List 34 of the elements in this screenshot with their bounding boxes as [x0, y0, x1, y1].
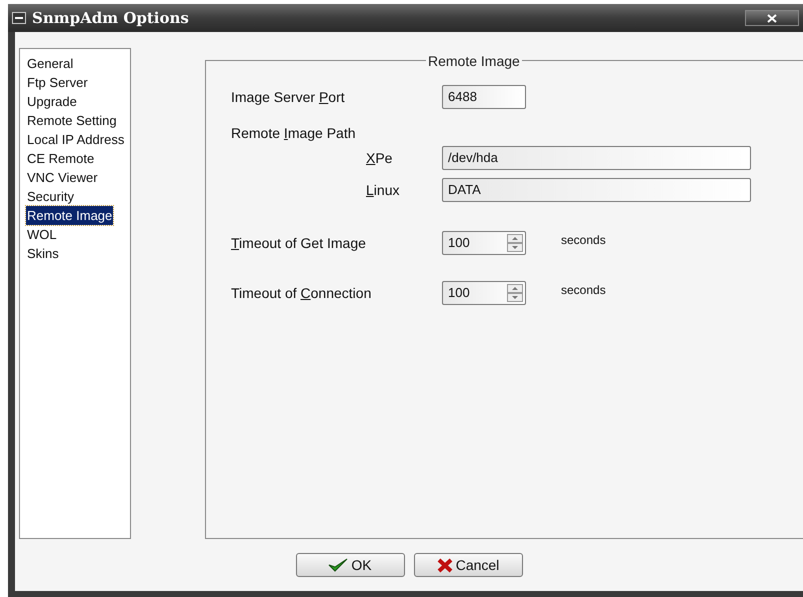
spin-field[interactable]: 100	[442, 231, 526, 255]
close-icon	[767, 14, 777, 22]
field-label: Remote Image Path	[231, 124, 356, 143]
path-field[interactable]: DATA	[442, 178, 751, 202]
window-title: SnmpAdm Options	[32, 8, 189, 29]
field-label: Timeout of Connection	[231, 284, 372, 302]
path-field[interactable]: /dev/hda	[442, 146, 751, 170]
x-mark-icon	[436, 558, 453, 572]
category-item[interactable]: General	[26, 54, 74, 73]
spinner-arrows-icon[interactable]	[507, 234, 523, 252]
category-item[interactable]: Local IP Address	[26, 130, 126, 149]
unit-label: seconds	[561, 282, 606, 299]
system-menu-icon[interactable]	[12, 12, 26, 24]
spinner-arrows-icon[interactable]	[507, 284, 523, 302]
spin-field[interactable]: 100	[442, 281, 526, 305]
category-item[interactable]: Remote Setting	[26, 111, 118, 130]
ok-button[interactable]: OK	[296, 553, 404, 577]
field-label: Timeout of Get Image	[231, 234, 367, 253]
unit-label: seconds	[561, 232, 606, 249]
category-item[interactable]: VNC Viewer	[26, 168, 99, 187]
field-label: XPe	[365, 148, 394, 168]
cancel-button[interactable]: Cancel	[414, 553, 522, 577]
category-item[interactable]: CE Remote	[26, 149, 96, 168]
category-item[interactable]: Security	[26, 187, 75, 206]
category-item[interactable]: Upgrade	[26, 92, 78, 111]
field-label: Image Server Port	[231, 88, 346, 107]
category-item[interactable]: Skins	[26, 244, 60, 263]
close-button[interactable]	[745, 10, 799, 26]
category-item[interactable]: Ftp Server	[26, 73, 89, 92]
field-label: Linux	[365, 180, 400, 200]
category-item[interactable]: WOL	[26, 225, 58, 244]
port-field[interactable]: 6488	[442, 85, 526, 109]
checkmark-icon	[328, 558, 348, 572]
category-item[interactable]: Remote Image	[26, 206, 114, 225]
